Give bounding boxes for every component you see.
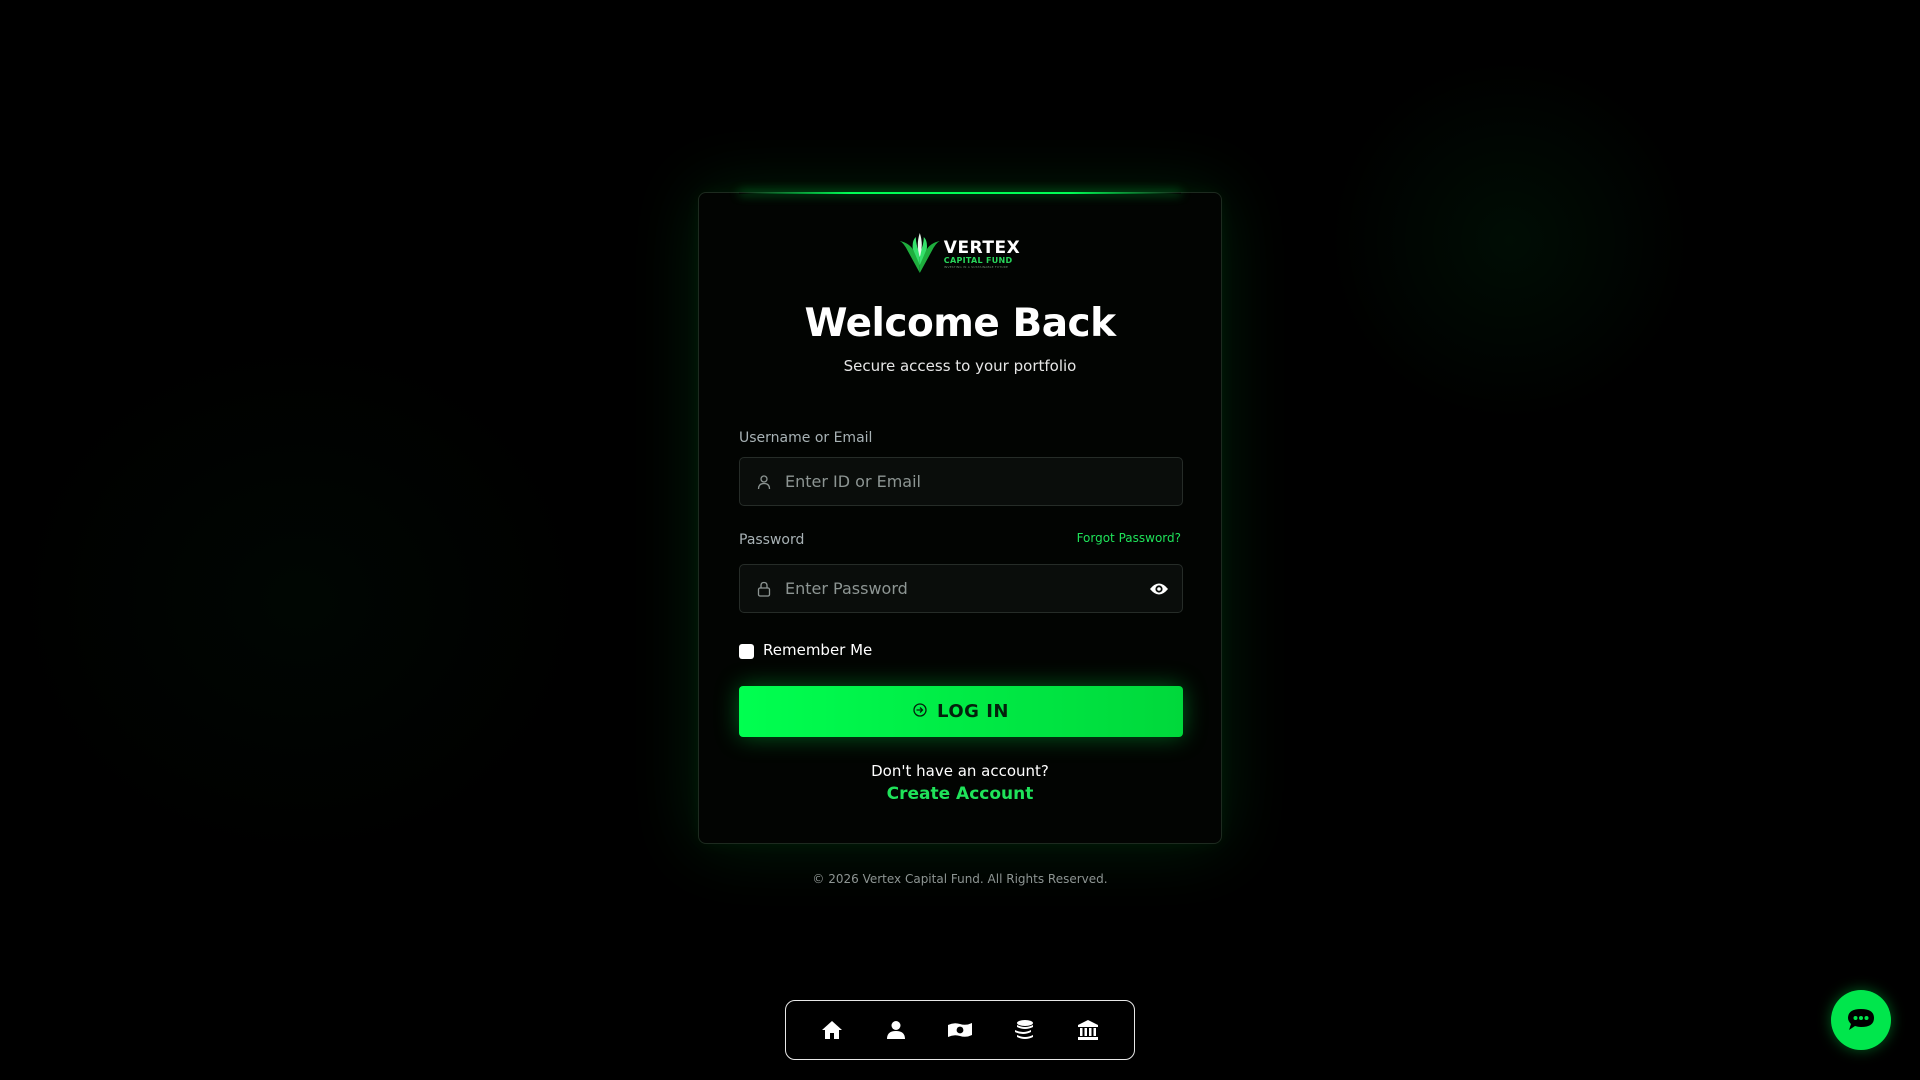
username-field [739, 457, 1183, 506]
show-password-eye-icon[interactable] [1148, 578, 1170, 600]
login-icon [913, 702, 927, 721]
login-button-label: LOG IN [937, 701, 1009, 722]
chat-icon [1848, 1009, 1874, 1030]
brand-name: VERTEX [943, 237, 1021, 258]
password-field [739, 564, 1183, 613]
login-button[interactable]: LOG IN [739, 686, 1183, 737]
forgot-password-link[interactable]: Forgot Password? [1077, 531, 1181, 545]
coins-icon[interactable] [1009, 1015, 1039, 1045]
bottom-dock [785, 1000, 1135, 1060]
money-icon[interactable] [945, 1015, 975, 1045]
remember-me-label: Remember Me [763, 640, 873, 659]
username-label: Username or Email [739, 430, 873, 446]
password-input[interactable] [785, 565, 1148, 612]
page-title: Welcome Back [804, 301, 1116, 346]
bank-icon[interactable] [1073, 1015, 1103, 1045]
user-icon[interactable] [881, 1015, 911, 1045]
remember-me: Remember Me [739, 640, 872, 659]
card-accent-line [739, 192, 1181, 194]
page-subtitle: Secure access to your portfolio [843, 357, 1077, 375]
lock-icon [756, 581, 772, 597]
create-account-link[interactable]: Create Account [699, 784, 1221, 804]
password-label: Password [739, 532, 805, 548]
brand-logo: VERTEX CAPITAL FUND INVESTING IN A SUSTA… [899, 233, 1021, 275]
chat-button[interactable] [1831, 990, 1891, 1050]
brand-subname: CAPITAL FUND [943, 255, 1013, 265]
no-account-text: Don't have an account? [871, 762, 1049, 780]
leaf-logo-icon [899, 233, 940, 273]
login-card: VERTEX CAPITAL FUND INVESTING IN A SUSTA… [698, 192, 1222, 844]
username-input[interactable] [785, 458, 1182, 505]
brand-tagline: INVESTING IN A SUSTAINABLE FUTURE [943, 264, 1009, 269]
copyright-footer: © 2026 Vertex Capital Fund. All Rights R… [812, 872, 1108, 886]
user-icon [756, 474, 772, 490]
home-icon[interactable] [817, 1015, 847, 1045]
remember-me-checkbox[interactable] [739, 644, 754, 659]
